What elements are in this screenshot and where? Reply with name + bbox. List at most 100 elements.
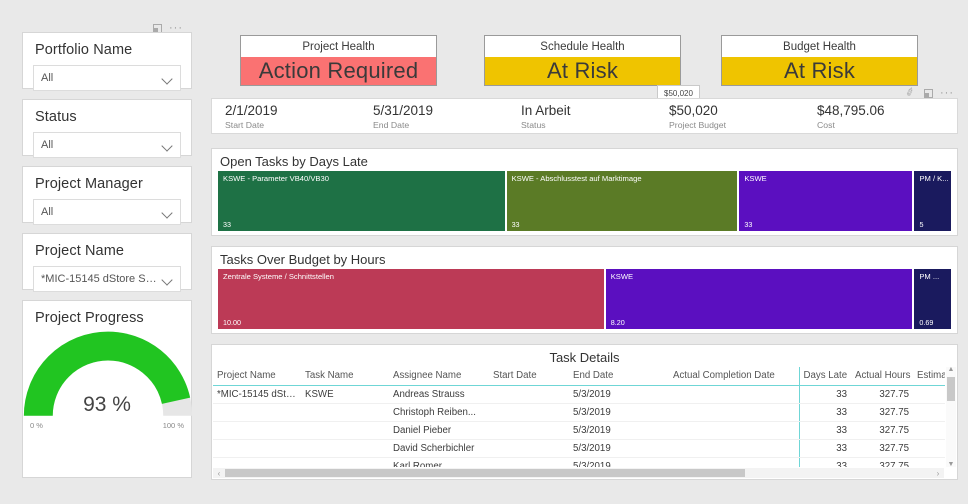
slicer-project-name-dropdown[interactable]: *MIC-15145 dStore SCO Penny (Ver...: [33, 266, 181, 292]
table-column-header[interactable]: Actual Hours: [851, 367, 913, 386]
info-cost-caption: Cost: [817, 119, 835, 130]
table-cell: Andreas Strauss: [389, 385, 489, 404]
table-row[interactable]: Karl Romer 5/3/2019 33327.75319.5: [213, 457, 945, 467]
table-cell: [489, 421, 569, 440]
slicer-project-name-title: Project Name: [35, 243, 125, 259]
kpi-project-health[interactable]: Project Health Action Required: [240, 35, 437, 86]
table-cell: [489, 403, 569, 422]
treemap-cell-label: KSWE - Parameter VB40/VB30: [223, 174, 329, 183]
treemap-cell[interactable]: KSWE 33: [739, 171, 913, 231]
table-cell: [669, 403, 799, 422]
treemap-open-tasks-title: Open Tasks by Days Late: [220, 154, 368, 169]
table-cell: 5/3/2019: [569, 403, 669, 422]
table-cell: 5/3/2019: [569, 385, 669, 404]
table-column-header[interactable]: Estimated Hours ▼: [913, 367, 945, 386]
table-column-header[interactable]: Start Date: [489, 367, 569, 386]
table-cell: [669, 439, 799, 458]
slicer-status[interactable]: Status All: [22, 99, 192, 158]
scroll-down-arrow-icon[interactable]: ▼: [946, 461, 956, 468]
table-cell: [489, 457, 569, 467]
table-column-header[interactable]: Task Name: [301, 367, 389, 386]
slicer-project-manager-value: All: [41, 206, 54, 218]
gauge-min-label: 0 %: [30, 421, 43, 430]
table-task-details-scrollarea: Project Name Task Name Assignee Name Start …: [213, 367, 945, 467]
chevron-down-icon[interactable]: [162, 274, 173, 285]
vertical-scroll-thumb[interactable]: [947, 377, 955, 401]
table-vertical-scrollbar[interactable]: ▲ ▼: [946, 366, 956, 468]
table-cell: [489, 439, 569, 458]
treemap-cell[interactable]: Zentrale Systeme / Schnittstellen 10.00: [218, 269, 604, 329]
table-cell: [489, 385, 569, 404]
table-cell: 327.75: [851, 403, 913, 422]
slicer-status-title: Status: [35, 109, 77, 125]
treemap-cell-label: KSWE: [744, 174, 767, 183]
slicer-project-name-value: *MIC-15145 dStore SCO Penny (Ver...: [41, 273, 158, 285]
scroll-right-arrow-icon[interactable]: ›: [932, 469, 944, 478]
chevron-down-icon[interactable]: [162, 140, 173, 151]
table-column-header[interactable]: Assignee Name: [389, 367, 489, 386]
treemap-open-tasks-body: KSWE - Parameter VB40/VB30 33 KSWE - Absch…: [218, 171, 951, 231]
table-cell: 5/3/2019: [569, 457, 669, 467]
table-cell: [213, 439, 301, 458]
treemap-cell-value: 33: [223, 220, 231, 229]
table-column-header[interactable]: End Date: [569, 367, 669, 386]
table-cell: [213, 457, 301, 467]
treemap-cell[interactable]: KSWE - Abschlusstest auf Marktimage 33: [506, 171, 738, 231]
scroll-left-arrow-icon[interactable]: ‹: [213, 469, 225, 478]
table-column-header[interactable]: Project Name: [213, 367, 301, 386]
treemap-cell[interactable]: PM ... 0.69: [914, 269, 951, 329]
treemap-cell-value: 33: [511, 220, 520, 229]
table-cell: 33: [798, 403, 851, 422]
table-cell: 327.75: [851, 421, 913, 440]
kpi-schedule-health[interactable]: Schedule Health At Risk: [484, 35, 681, 86]
treemap-cell[interactable]: PM / K... 5: [914, 171, 951, 231]
table-cell: [213, 421, 301, 440]
kpi-budget-health-value: At Risk: [722, 57, 917, 85]
slicer-project-manager[interactable]: Project Manager All: [22, 166, 192, 225]
more-options-icon[interactable]: ···: [940, 88, 954, 99]
gauge-value: 93 %: [83, 393, 131, 416]
kpi-project-health-value: Action Required: [241, 57, 436, 85]
table-cell: [301, 421, 389, 440]
kpi-budget-health-label: Budget Health: [722, 36, 917, 57]
slicer-portfolio-name[interactable]: Portfolio Name All: [22, 32, 192, 91]
slicer-portfolio-name-dropdown[interactable]: All: [33, 65, 181, 91]
table-cell: Daniel Pieber: [389, 421, 489, 440]
treemap-cell-label: Zentrale Systeme / Schnittstellen: [223, 272, 335, 281]
slicer-project-manager-dropdown[interactable]: All: [33, 199, 181, 225]
table-cell: 319.5: [913, 421, 945, 440]
treemap-cell[interactable]: KSWE - Parameter VB40/VB30 33: [218, 171, 505, 231]
horizontal-scroll-thumb[interactable]: [225, 469, 745, 477]
table-row[interactable]: David Scherbichler 5/3/2019 33327.75319.5: [213, 439, 945, 458]
chevron-down-icon[interactable]: [162, 73, 173, 84]
kpi-schedule-health-label: Schedule Health: [485, 36, 680, 57]
chevron-down-icon[interactable]: [162, 207, 173, 218]
table-cell: [301, 439, 389, 458]
table-row[interactable]: Christoph Reiben... 5/3/2019 33327.75319.5: [213, 403, 945, 422]
table-cell: 33: [798, 385, 851, 404]
table-cell: 33: [798, 421, 851, 440]
slicer-status-dropdown[interactable]: All: [33, 132, 181, 158]
treemap-cell-label: KSWE - Abschlusstest auf Marktimage: [511, 174, 642, 183]
table-cell: 5/3/2019: [569, 439, 669, 458]
table-column-header[interactable]: Days Late: [798, 367, 851, 386]
treemap-over-budget-body: Zentrale Systeme / Schnittstellen 10.00 KS…: [218, 269, 951, 329]
table-header-row: Project Name Task Name Assignee Name Start …: [213, 367, 945, 386]
table-horizontal-scrollbar[interactable]: ‹ ›: [213, 468, 944, 478]
slicer-project-name[interactable]: Project Name *MIC-15145 dStore SCO Penny…: [22, 233, 192, 292]
table-column-header[interactable]: Actual Completion Date: [669, 367, 799, 386]
kpi-budget-health[interactable]: Budget Health At Risk: [721, 35, 918, 86]
table-row[interactable]: *MIC-15145 dStore S...KSWEAndreas Straus…: [213, 385, 945, 404]
table-row[interactable]: Daniel Pieber 5/3/2019 33327.75319.5: [213, 421, 945, 440]
scroll-up-arrow-icon[interactable]: ▲: [946, 366, 956, 373]
table-cell: [669, 421, 799, 440]
table-cell: 327.75: [851, 457, 913, 467]
treemap-over-budget-title: Tasks Over Budget by Hours: [220, 252, 386, 267]
project-info-strip: 2/1/2019 Start Date 5/31/2019 End Date I…: [211, 98, 958, 134]
table-cell: 319.5: [913, 457, 945, 467]
treemap-cell[interactable]: KSWE 8.20: [605, 269, 913, 329]
info-status-caption: Status: [521, 119, 546, 130]
treemap-cell-value: 0.69: [919, 318, 934, 327]
info-end-date: 5/31/2019 End Date: [360, 102, 508, 131]
table-cell: *MIC-15145 dStore S...: [213, 385, 301, 404]
